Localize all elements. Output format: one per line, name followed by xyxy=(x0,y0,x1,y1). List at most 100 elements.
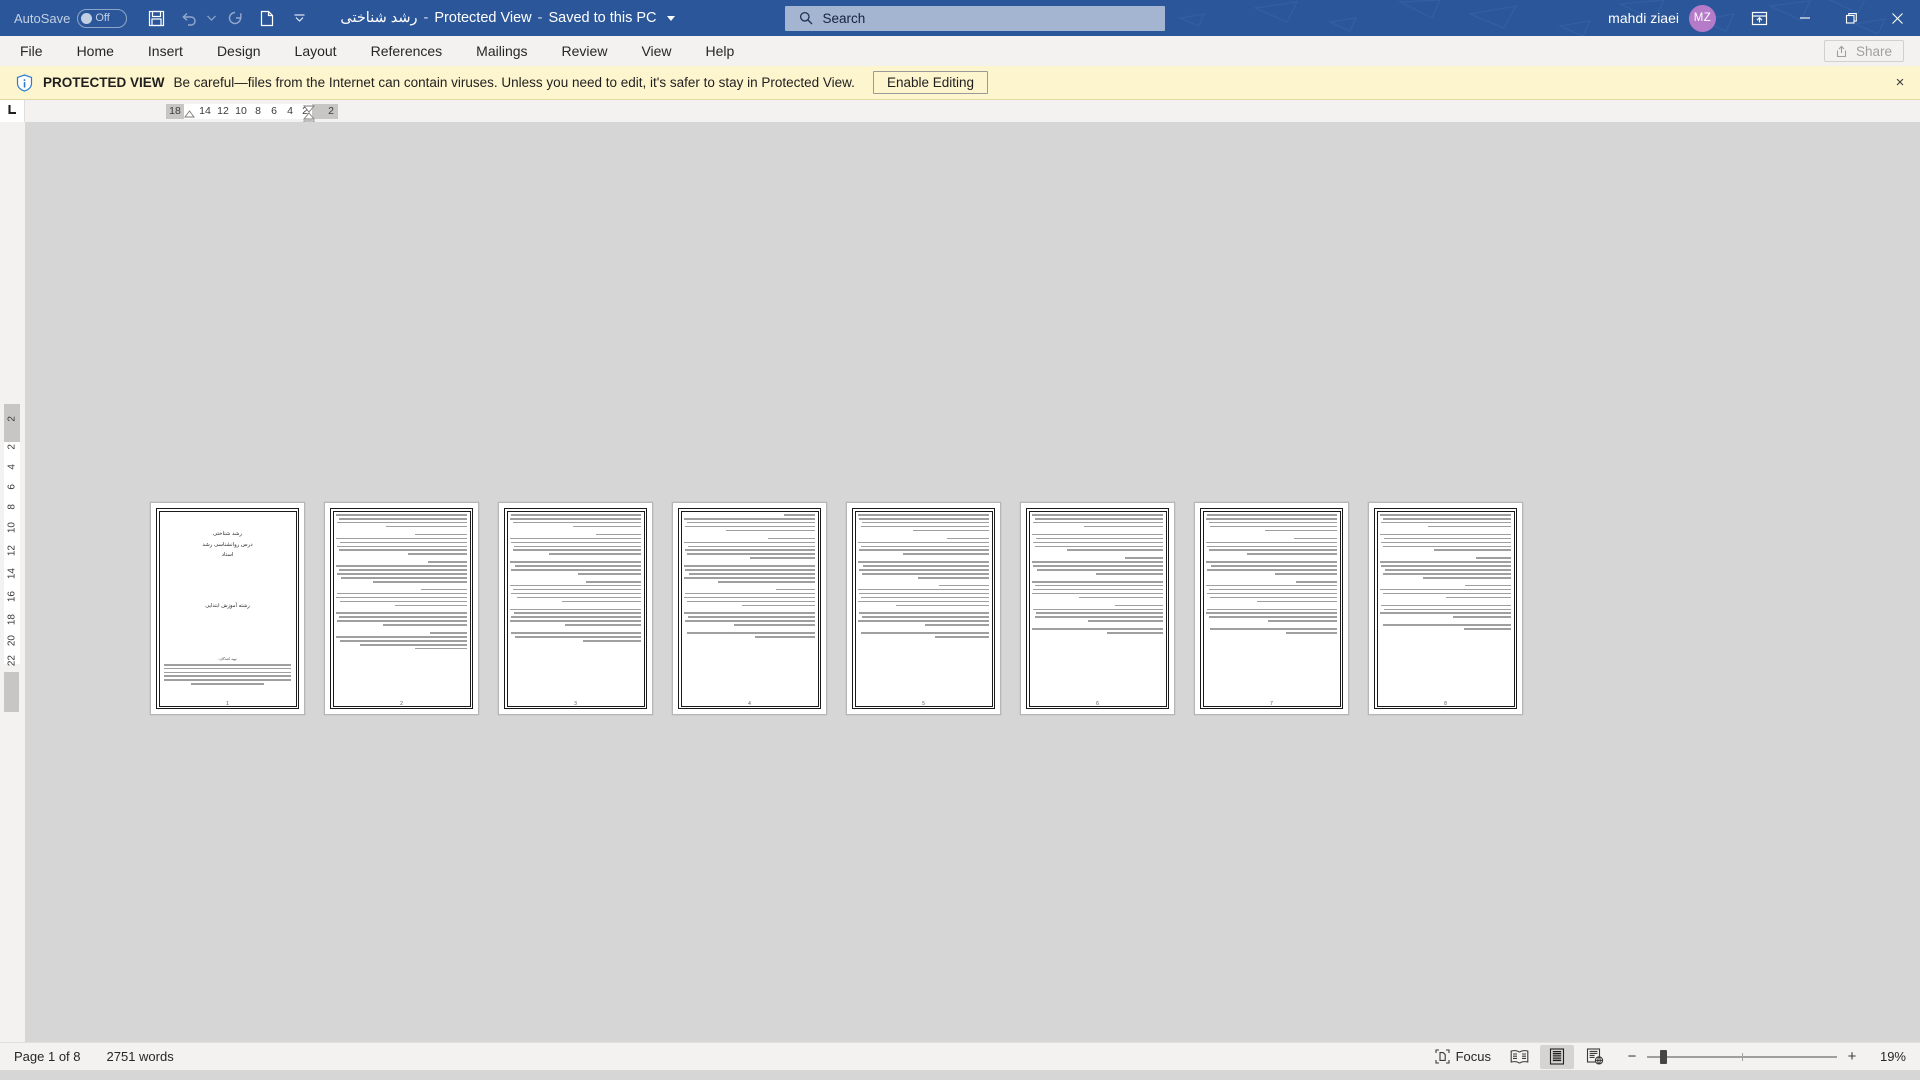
zoom-control: − + xyxy=(1626,1048,1858,1065)
redo-icon[interactable] xyxy=(220,4,250,32)
document-title-bar[interactable]: رشد شناختی - Protected View - Saved to t… xyxy=(340,10,675,26)
tab-review[interactable]: Review xyxy=(545,36,625,66)
document-page[interactable]: 5 xyxy=(846,502,1001,715)
ribbon-tabs: File Home Insert Design Layout Reference… xyxy=(0,36,751,66)
titlebar-right-group: mahdi ziaei MZ xyxy=(1608,0,1920,36)
title-line-3: استاد xyxy=(221,552,234,559)
save-location: Saved to this PC xyxy=(548,10,657,26)
document-page[interactable]: رشد شناختی درس روانشناسی رشد استاد رشته … xyxy=(150,502,305,715)
ribbon-display-options-icon[interactable] xyxy=(1736,0,1782,36)
document-page[interactable]: 6 xyxy=(1020,502,1175,715)
page-number: 5 xyxy=(922,701,925,707)
new-document-icon[interactable] xyxy=(252,4,282,32)
tab-references[interactable]: References xyxy=(354,36,460,66)
close-icon[interactable] xyxy=(1874,0,1920,36)
focus-mode-button[interactable]: Focus xyxy=(1426,1045,1500,1069)
autosave-label: AutoSave xyxy=(14,10,71,26)
share-icon xyxy=(1836,45,1847,57)
title-line-1: رشد شناختی xyxy=(213,531,242,537)
word-count[interactable]: 2751 words xyxy=(107,1049,174,1064)
protected-view-message: Be careful—files from the Internet can c… xyxy=(173,75,855,90)
tab-home[interactable]: Home xyxy=(60,36,131,66)
page-number: 2 xyxy=(400,701,403,707)
share-label: Share xyxy=(1855,43,1892,59)
title-page-subject: رشته آموزش ابتدایی xyxy=(205,603,250,609)
vruler-tick-14: 14 xyxy=(6,568,18,580)
tab-insert[interactable]: Insert xyxy=(131,36,200,66)
zoom-level[interactable]: 19% xyxy=(1870,1049,1906,1064)
account-name[interactable]: mahdi ziaei xyxy=(1608,10,1679,26)
vruler-tick-8: 8 xyxy=(6,504,18,510)
autosave-toggle[interactable]: Off xyxy=(77,8,128,28)
page-text xyxy=(858,514,989,698)
page-number: 6 xyxy=(1096,701,1099,707)
horizontal-ruler[interactable]: 18 14 12 10 8 6 4 2 2 xyxy=(25,100,1920,127)
ruler-row: 18 14 12 10 8 6 4 2 2 xyxy=(0,100,1920,127)
vruler-tick-10: 10 xyxy=(6,522,18,534)
chevron-down-icon[interactable] xyxy=(666,15,675,21)
document-page[interactable]: 8 xyxy=(1368,502,1523,715)
vruler-page-area: 2 4 6 8 10 12 14 16 18 20 22 xyxy=(4,442,20,666)
tab-view[interactable]: View xyxy=(624,36,688,66)
page-text xyxy=(510,514,641,698)
web-layout-icon[interactable] xyxy=(1578,1045,1612,1069)
zoom-out-button[interactable]: − xyxy=(1626,1048,1638,1065)
avatar[interactable]: MZ xyxy=(1689,4,1716,32)
vruler-tick-16: 16 xyxy=(6,591,18,603)
tab-design[interactable]: Design xyxy=(200,36,278,66)
search-placeholder: Search xyxy=(822,10,866,26)
search-input[interactable]: Search xyxy=(784,5,1165,31)
close-icon[interactable]: × xyxy=(1890,73,1910,93)
vruler-tick-6: 6 xyxy=(6,484,18,490)
title-bar: AutoSave Off رشد شناختی - Protected View… xyxy=(0,0,1920,36)
document-page[interactable]: 3 xyxy=(498,502,653,715)
read-mode-icon[interactable] xyxy=(1502,1045,1536,1069)
zoom-slider-thumb[interactable] xyxy=(1660,1049,1667,1064)
vertical-ruler[interactable]: 2 2 4 6 8 10 12 14 16 18 20 22 xyxy=(0,122,25,1042)
tab-stop-selector[interactable] xyxy=(0,100,25,122)
page-text xyxy=(1032,514,1163,698)
hruler-margin-left: 18 xyxy=(166,103,184,119)
vertical-scroll-thumb[interactable] xyxy=(4,672,19,712)
document-page[interactable]: 7 xyxy=(1194,502,1349,715)
document-page[interactable]: 4 xyxy=(672,502,827,715)
page-number: 4 xyxy=(748,701,751,707)
hruler-margin-right: 2 xyxy=(312,103,338,119)
hruler-page-area: 14 12 10 8 6 4 2 xyxy=(184,103,312,119)
title-footer-line-1: تهیه کنندگان: xyxy=(218,657,237,661)
hruler-tick-6: 6 xyxy=(271,104,277,117)
vruler-tick-4: 4 xyxy=(6,464,18,470)
vruler-tick-20: 20 xyxy=(6,635,18,647)
tab-file[interactable]: File xyxy=(0,36,60,66)
share-button[interactable]: Share xyxy=(1823,40,1904,62)
zoom-slider[interactable] xyxy=(1647,1049,1837,1064)
undo-icon[interactable] xyxy=(173,4,203,32)
tab-layout[interactable]: Layout xyxy=(278,36,354,66)
document-work-area: 2 2 4 6 8 10 12 14 16 18 20 22 رشد شناخت… xyxy=(0,122,1920,1042)
status-bar-right: Focus − + 19% xyxy=(1426,1044,1906,1069)
status-bar: Page 1 of 8 2751 words Focus − + 19% xyxy=(0,1042,1920,1070)
restore-icon[interactable] xyxy=(1828,0,1874,36)
status-bar-left: Page 1 of 8 2751 words xyxy=(14,1049,174,1064)
customize-qat-icon[interactable] xyxy=(284,4,314,32)
autosave-control[interactable]: AutoSave Off xyxy=(14,8,128,28)
page-indicator[interactable]: Page 1 of 8 xyxy=(14,1049,81,1064)
minimize-icon[interactable] xyxy=(1782,0,1828,36)
document-page[interactable]: 2 xyxy=(324,502,479,715)
protected-view-tag: Protected View xyxy=(434,10,532,26)
left-indent-marker-2-icon[interactable] xyxy=(184,105,195,123)
zoom-in-button[interactable]: + xyxy=(1846,1048,1858,1065)
tab-help[interactable]: Help xyxy=(689,36,752,66)
hruler-tick-4: 4 xyxy=(287,104,293,117)
tab-stop-marker-icon xyxy=(7,102,18,120)
search-icon xyxy=(799,11,812,25)
save-icon[interactable] xyxy=(141,4,171,32)
undo-dropdown-icon[interactable] xyxy=(205,4,218,32)
enable-editing-button[interactable]: Enable Editing xyxy=(872,71,989,94)
vruler-tick-2: 2 xyxy=(6,444,18,450)
tab-mailings[interactable]: Mailings xyxy=(459,36,544,66)
page-text xyxy=(1380,514,1511,698)
print-layout-icon[interactable] xyxy=(1540,1044,1574,1069)
document-canvas[interactable]: رشد شناختی درس روانشناسی رشد استاد رشته … xyxy=(25,122,1920,1042)
page-text xyxy=(1206,514,1337,698)
